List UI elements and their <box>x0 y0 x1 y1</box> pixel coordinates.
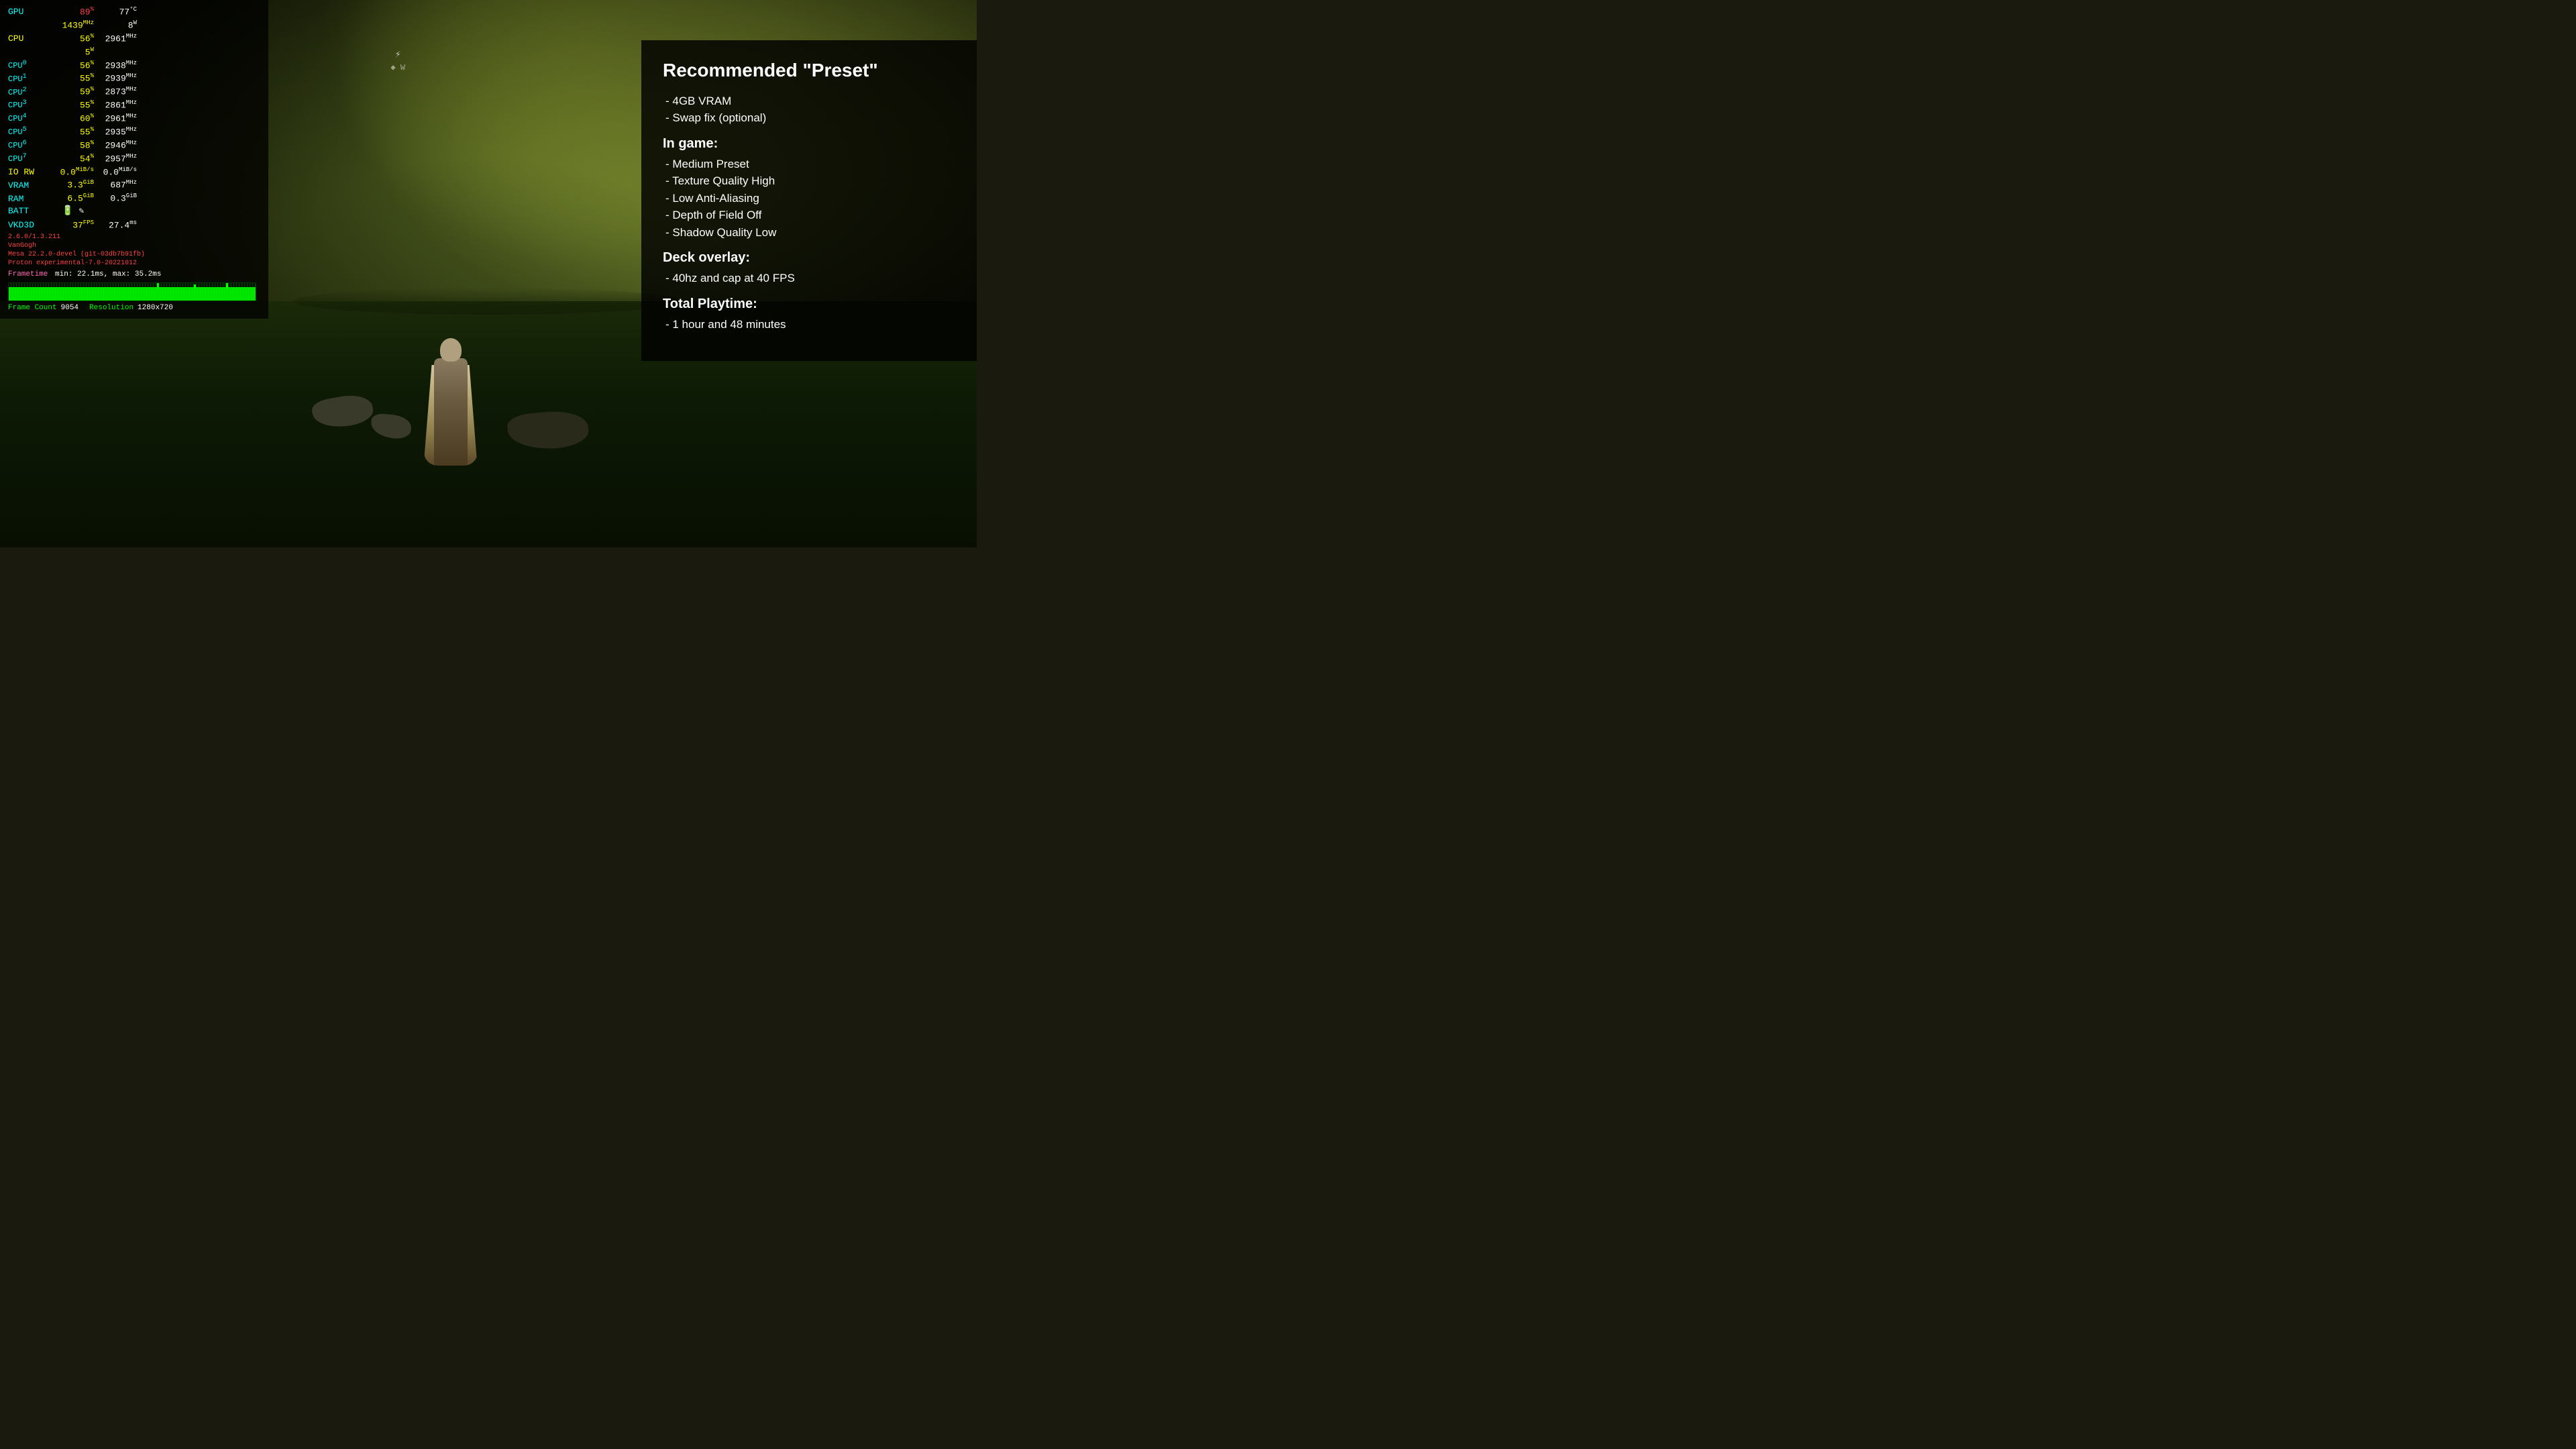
cpu-core-7: CPU7 54% 2957MHz <box>8 152 260 165</box>
hud-indicators: ⚡ ◆ W <box>390 49 405 72</box>
cpu-cores-section: CPU0 56% 2938MHz CPU1 55% 2939MHz CPU2 5… <box>8 59 260 165</box>
in-game-section: In game: - Medium Preset - Texture Quali… <box>663 136 953 241</box>
preset-item-2: - Swap fix (optional) <box>663 109 953 127</box>
gpu-power: 8W <box>97 19 137 32</box>
in-game-item-1: - Medium Preset <box>663 156 953 173</box>
cpu-power-row: 5W <box>8 46 260 58</box>
in-game-item-4: - Depth of Field Off <box>663 207 953 224</box>
deck-section: Deck overlay: - 40hz and cap at 40 FPS <box>663 250 953 287</box>
hud-panel: GPU 89% 77°C 1439MHz 8W CPU 56% 2961MHz … <box>0 0 268 319</box>
cpu-core-4: CPU4 60% 2961MHz <box>8 112 260 125</box>
in-game-item-5: - Shadow Quality Low <box>663 224 953 241</box>
frame-count-stat: Frame Count 9054 <box>8 303 78 313</box>
info-title: Recommended "Preset" <box>663 59 953 82</box>
vram-row: VRAM 3.3GiB 687MHz <box>8 178 260 191</box>
preset-item-1: - 4GB VRAM <box>663 93 953 110</box>
cpu-core-1: CPU1 55% 2939MHz <box>8 72 260 85</box>
cpu-usage: 56% <box>59 32 94 45</box>
cpu-core-2: CPU2 59% 2873MHz <box>8 85 260 98</box>
frame-count-label: Frame Count <box>8 303 57 313</box>
ram-label: RAM <box>8 193 56 205</box>
character <box>411 318 491 466</box>
gpu-usage: 89% <box>59 5 94 18</box>
gpu-clock-row: 1439MHz 8W <box>8 19 260 32</box>
gpu-clock: 1439MHz <box>59 19 94 32</box>
playtime-title: Total Playtime: <box>663 297 953 312</box>
cpu-power: 5W <box>59 46 94 58</box>
frametime-info: Frametime min: 22.1ms, max: 35.2ms <box>8 270 260 280</box>
bottom-stats: Frame Count 9054 Resolution 1280x720 <box>8 303 260 313</box>
in-game-title: In game: <box>663 136 953 152</box>
resolution-val: 1280x720 <box>138 303 173 313</box>
frametime-graph <box>8 282 256 301</box>
playtime-item-1: - 1 hour and 48 minutes <box>663 316 953 333</box>
cpu-core-0: CPU0 56% 2938MHz <box>8 59 260 72</box>
version-line4: Proton experimental-7.0-20221012 <box>8 259 260 268</box>
version-info: 2.6.0/1.3.211 VanGogh Mesa 22.2.0-devel … <box>8 233 260 268</box>
frame-count-val: 9054 <box>61 303 78 313</box>
ram-row: RAM 6.5GiB 0.3GiB <box>8 192 260 205</box>
vkd3d-row: VKD3D 37FPS 27.4ms <box>8 219 260 231</box>
gpu-row: GPU 89% 77°C <box>8 5 260 18</box>
gpu-temp: 77°C <box>97 5 137 18</box>
info-panel: Recommended "Preset" - 4GB VRAM - Swap f… <box>641 40 977 361</box>
version-line1: 2.6.0/1.3.211 <box>8 233 260 241</box>
spike-1 <box>157 283 159 288</box>
version-line3: Mesa 22.2.0-devel (git-03db7b91fb) <box>8 250 260 259</box>
battery-icon: 🔋 <box>62 205 73 218</box>
deck-title: Deck overlay: <box>663 250 953 266</box>
resolution-stat: Resolution 1280x720 <box>89 303 173 313</box>
batt-row: BATT 🔋 ✎ <box>8 205 260 218</box>
cpu-label: CPU <box>8 33 56 45</box>
cpu-clock: 2961MHz <box>97 32 137 45</box>
gpu-label: GPU <box>8 6 56 18</box>
cpu-core-5: CPU5 55% 2935MHz <box>8 125 260 138</box>
spike-2 <box>194 284 196 288</box>
vram-label: VRAM <box>8 180 56 192</box>
frametime-range: min: 22.1ms, max: 35.2ms <box>55 270 161 278</box>
resolution-label: Resolution <box>89 303 133 313</box>
io-rw-row: IO RW 0.0MiB/s 0.0MiB/s <box>8 166 260 178</box>
lightning-icon: ⚡ <box>395 49 400 60</box>
preset-section: - 4GB VRAM - Swap fix (optional) <box>663 93 953 127</box>
vkd3d-label: VKD3D <box>8 219 56 231</box>
frametime-bar <box>9 287 256 301</box>
nav-icon: ◆ W <box>390 62 405 72</box>
batt-label: BATT <box>8 205 56 217</box>
char-head <box>440 338 462 362</box>
version-line2: VanGogh <box>8 241 260 250</box>
cpu-row: CPU 56% 2961MHz <box>8 32 260 45</box>
deck-item-1: - 40hz and cap at 40 FPS <box>663 270 953 287</box>
batt-cursor: ✎ <box>78 205 84 217</box>
char-body <box>434 358 468 466</box>
spike-3 <box>226 282 228 288</box>
cpu-core-6: CPU6 58% 2946MHz <box>8 139 260 152</box>
in-game-item-2: - Texture Quality High <box>663 172 953 190</box>
playtime-section: Total Playtime: - 1 hour and 48 minutes <box>663 297 953 333</box>
frametime-label: Frametime <box>8 270 48 278</box>
io-label: IO RW <box>8 166 56 178</box>
in-game-item-3: - Low Anti-Aliasing <box>663 190 953 207</box>
cpu-core-3: CPU3 55% 2861MHz <box>8 99 260 111</box>
